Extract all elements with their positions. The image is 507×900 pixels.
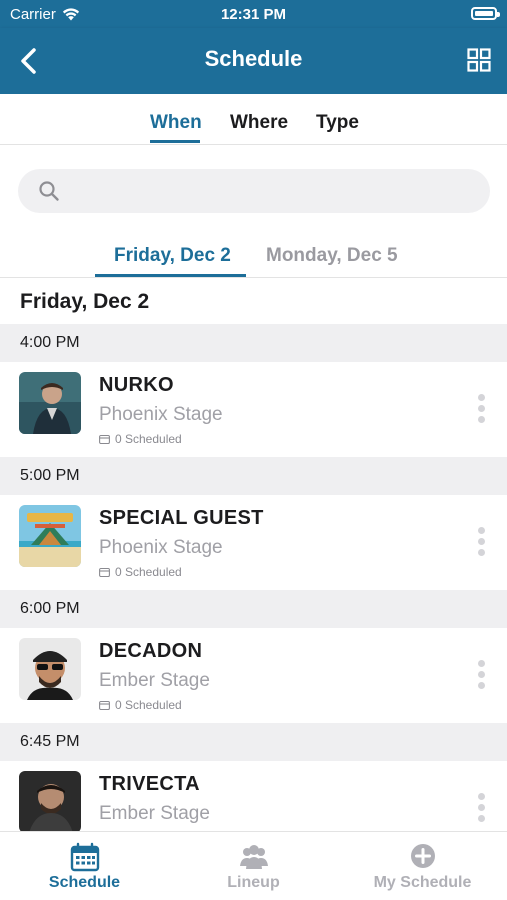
tab-type[interactable]: Type — [316, 112, 359, 134]
page-title: Schedule — [204, 46, 303, 71]
tab-my-schedule-label: My Schedule — [373, 874, 472, 891]
scheduled-count: 0 Scheduled — [99, 698, 182, 712]
bottom-tab-bar: Schedule Lineup My Schedule — [0, 831, 507, 900]
time-slot-header: 5:00 PM — [0, 457, 507, 495]
event-row[interactable]: NURKO Phoenix Stage 0 Scheduled — [0, 362, 507, 457]
more-options-icon[interactable] — [476, 394, 486, 426]
grid-view-icon[interactable] — [467, 48, 491, 72]
day-tab-monday[interactable]: Monday, Dec 5 — [266, 245, 398, 267]
filter-tabs: When Where Type — [0, 94, 507, 145]
calendar-small-icon — [99, 700, 110, 710]
scheduled-label: 0 Scheduled — [115, 565, 182, 579]
stage-name: Ember Stage — [99, 670, 210, 691]
scheduled-label: 0 Scheduled — [115, 698, 182, 712]
stage-name: Phoenix Stage — [99, 537, 223, 558]
navigation-bar: Schedule — [0, 28, 507, 94]
time-slot-header: 6:45 PM — [0, 723, 507, 761]
tab-schedule[interactable]: Schedule — [0, 832, 169, 900]
artist-photo — [19, 372, 81, 434]
tab-lineup-label: Lineup — [227, 874, 280, 891]
calendar-small-icon — [99, 567, 110, 577]
search-input[interactable] — [18, 169, 490, 213]
plus-circle-icon — [411, 844, 435, 868]
active-day-indicator — [95, 274, 246, 277]
event-row[interactable]: TRIVECTA Ember Stage — [0, 761, 507, 831]
scheduled-count: 0 Scheduled — [99, 565, 182, 579]
tab-when[interactable]: When — [150, 112, 202, 134]
event-row[interactable]: SPECIAL GUEST Phoenix Stage 0 Scheduled — [0, 495, 507, 590]
day-tab-friday[interactable]: Friday, Dec 2 — [114, 245, 231, 267]
scheduled-label: 0 Scheduled — [115, 432, 182, 446]
day-section-title: Friday, Dec 2 — [20, 290, 150, 313]
artist-name: DECADON — [99, 640, 203, 662]
calendar-icon — [70, 842, 100, 872]
stage-name: Phoenix Stage — [99, 404, 223, 425]
artist-name: NURKO — [99, 374, 174, 396]
tab-lineup[interactable]: Lineup — [169, 832, 338, 900]
event-row[interactable]: DECADON Ember Stage 0 Scheduled — [0, 628, 507, 723]
scheduled-count: 0 Scheduled — [99, 432, 182, 446]
people-group-icon — [240, 845, 268, 869]
more-options-icon[interactable] — [476, 660, 486, 692]
more-options-icon[interactable] — [476, 527, 486, 559]
time-slot-header: 6:00 PM — [0, 590, 507, 628]
calendar-small-icon — [99, 434, 110, 444]
more-options-icon[interactable] — [476, 793, 486, 825]
time-slot-header: 4:00 PM — [0, 324, 507, 362]
tab-where[interactable]: Where — [230, 112, 288, 134]
tab-schedule-label: Schedule — [48, 874, 121, 891]
tab-my-schedule[interactable]: My Schedule — [338, 832, 507, 900]
day-tabs: Friday, Dec 2 Monday, Dec 5 — [0, 232, 507, 278]
artist-photo — [19, 771, 81, 831]
search-icon — [39, 181, 59, 201]
artist-name: SPECIAL GUEST — [99, 507, 264, 529]
stage-name: Ember Stage — [99, 803, 210, 824]
artist-photo — [19, 505, 81, 567]
status-bar: Carrier 12:31 PM — [0, 0, 507, 28]
clock: 12:31 PM — [220, 6, 287, 23]
artist-photo — [19, 638, 81, 700]
active-filter-indicator — [150, 140, 200, 143]
battery-icon — [471, 7, 500, 20]
artist-name: TRIVECTA — [99, 773, 200, 795]
